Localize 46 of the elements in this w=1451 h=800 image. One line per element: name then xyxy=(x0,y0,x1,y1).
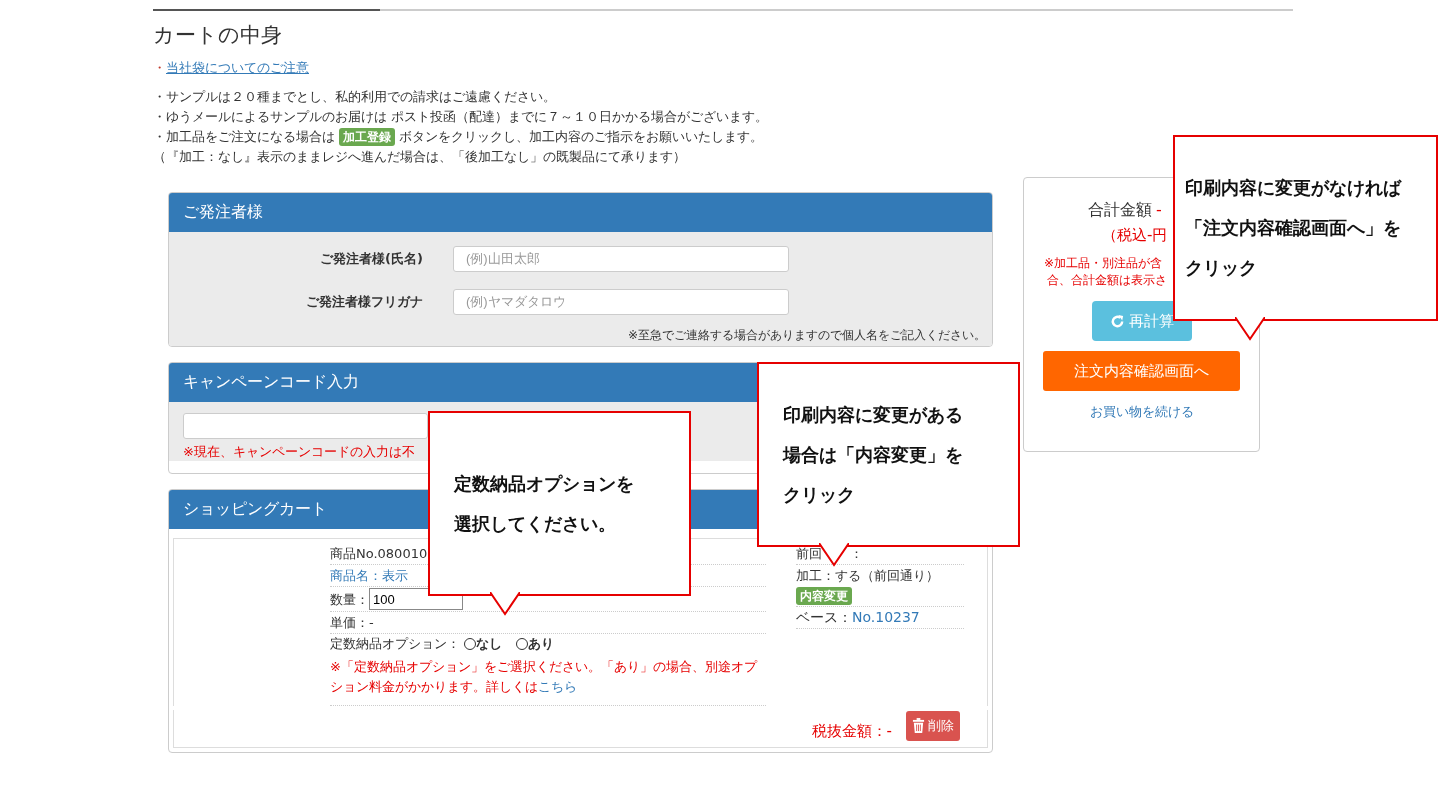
history-label: 前回 xyxy=(796,546,822,561)
note-text: （『加工：なし』表示のままレジへ進んだ場合は、「後加工なし」の既製品にて承ります） xyxy=(153,148,687,166)
note-text: ボタンをクリックし、加工内容のご指示をお願いいたします。 xyxy=(399,128,763,146)
notice-link[interactable]: 当社袋についてのご注意 xyxy=(166,60,309,75)
tax-text: （税込-円 xyxy=(1102,226,1168,245)
base-link[interactable]: No.10237 xyxy=(852,609,920,625)
panel-heading: ご発注者様 xyxy=(169,193,992,232)
edit-badge[interactable]: 内容変更 xyxy=(796,587,852,605)
notice-text: ※加工品・別注品が含 xyxy=(1044,255,1164,272)
error-text: ※現在、キャンペーンコードの入力は不 xyxy=(183,443,415,461)
field-label: ご発注者様(氏名) xyxy=(319,249,423,268)
page-title: カートの中身 xyxy=(153,22,283,49)
details-link[interactable]: こちら xyxy=(538,679,577,694)
note-text: ・サンプルは２０種までとし、私的利用での請求はご遠慮ください。 xyxy=(153,88,557,106)
callout-text: 印刷内容に変更がなければ xyxy=(1185,176,1403,200)
field-label: ご発注者様フリガナ xyxy=(305,292,423,311)
callout-text: 「注文内容確認画面へ」を xyxy=(1185,216,1402,240)
bullet-mark: ・ xyxy=(153,60,166,75)
option-note: ※「定数納品オプション」をご選択ください。「あり」の場合、別途オプション料金がかかります。詳しくはこちら xyxy=(330,654,766,706)
processing-badge: 加工登録 xyxy=(339,128,395,146)
note-text: ・ゆうメールによるサンプルのお届けは ポスト投函（配達）までに７～１０日かかる場合がございます。 xyxy=(153,108,769,126)
subtotal-text: 税抜金額：- xyxy=(811,722,892,741)
trash-icon xyxy=(912,718,925,733)
option-label: 定数納品オプション： xyxy=(330,635,460,653)
confirm-button[interactable]: 注文内容確認画面へ xyxy=(1043,351,1240,391)
processing-status: 加工：する（前回通り） xyxy=(796,567,940,585)
input-field[interactable]: (例)ヤマダタロウ xyxy=(453,288,789,315)
delete-button[interactable]: 削除 xyxy=(906,710,960,741)
radio-option[interactable]: あり xyxy=(516,635,554,653)
input-field[interactable] xyxy=(183,413,428,439)
notice-text: 合、合計金額は表示さ xyxy=(1047,272,1167,289)
refresh-icon xyxy=(1109,313,1125,329)
base-label: ベース： xyxy=(796,609,852,625)
quantity-label: 数量： xyxy=(330,591,369,607)
history-label: ： xyxy=(850,546,863,561)
total-value: - xyxy=(1156,200,1162,221)
unit-price: 単価：- xyxy=(330,612,766,634)
callout-text: クリック xyxy=(1185,256,1258,280)
callout-text: 場合は「内容変更」を xyxy=(783,442,964,467)
note-text: ・加工品をご注文になる場合は xyxy=(153,128,335,146)
input-field[interactable]: (例)山田太郎 xyxy=(453,245,789,272)
continue-link[interactable]: お買い物を続ける xyxy=(1089,403,1194,421)
radio-option[interactable]: なし xyxy=(464,635,502,653)
total-label: 合計金額 xyxy=(1088,200,1152,221)
callout-text: 印刷内容に変更がある xyxy=(783,402,964,427)
hint-text: ※至急でご連絡する場合がありますので個人名をご記入ください。 xyxy=(626,327,987,344)
